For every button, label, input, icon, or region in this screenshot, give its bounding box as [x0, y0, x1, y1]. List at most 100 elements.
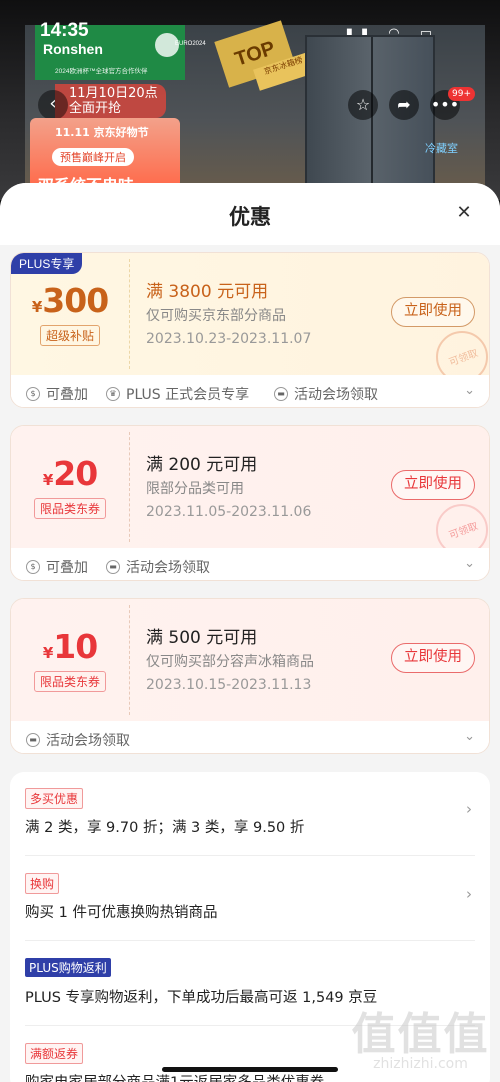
site-watermark: 值值值 zhizhizhi.com: [348, 998, 493, 1072]
use-now-button[interactable]: 立即使用: [391, 297, 475, 327]
promo-card: 11.11 京东好物节 预售巅峰开启 双系统不串味: [30, 118, 180, 195]
close-button[interactable]: ✕: [452, 201, 476, 225]
coupon-meta[interactable]: $ 可叠加 ▬ 活动会场领取 ⌄: [11, 548, 489, 580]
ticket-icon: ▬: [26, 733, 40, 747]
offer-tag: 满额返券: [25, 1043, 84, 1064]
meta-plus-member: ♛ PLUS 正式会员专享: [106, 384, 249, 404]
brand-name: Ronshen: [43, 41, 103, 57]
meta-stackable: $ 可叠加: [26, 557, 88, 577]
coupon-amount: ¥300: [11, 281, 129, 320]
subtag-label: 限品类东券: [33, 498, 106, 519]
promo-line2: 预售巅峰开启: [52, 148, 134, 166]
brand-subtitle: 2024欧洲杯™全球官方合作伙伴: [55, 68, 148, 75]
share-icon: ➦: [397, 95, 411, 114]
coupon-card: ¥10 限品类东券 满 500 元可用 仅可购买部分容声冰箱商品 2023.10…: [10, 598, 490, 754]
favorite-button[interactable]: ☆: [348, 90, 378, 120]
euro-label: EURO2024: [175, 41, 206, 47]
coupon-subtag: 超级补贴: [11, 325, 129, 346]
dashed-divider: [129, 605, 130, 715]
currency-symbol: ¥: [31, 298, 43, 316]
meta-venue: ▬ 活动会场领取: [26, 730, 130, 750]
coupon-condition: 满 200 元可用: [146, 455, 258, 475]
coupon-sheet: 优惠 ✕ PLUS专享 ¥300 超级补贴 满 3800 元可用 仅可购买京东部…: [0, 183, 500, 1082]
divider: [25, 940, 475, 941]
currency-symbol: ¥: [42, 471, 54, 489]
more-badge: 99+: [448, 87, 475, 101]
coupon-subtag: 限品类东券: [11, 671, 129, 692]
amount-value: 300: [42, 281, 109, 320]
meta-label: 可叠加: [46, 560, 88, 576]
coupon-amount: ¥10: [11, 627, 129, 666]
status-time: 14:35: [40, 20, 89, 41]
sheet-header: 优惠 ✕: [0, 183, 500, 245]
close-icon: ✕: [456, 202, 472, 223]
meta-label: PLUS 正式会员专享: [126, 387, 250, 403]
meta-label: 可叠加: [46, 387, 88, 403]
coupon-meta[interactable]: $ 可叠加 ♛ PLUS 正式会员专享 ▬ 活动会场领取 ⌄: [11, 375, 489, 407]
home-indicator[interactable]: [162, 1067, 338, 1072]
chevron-left-icon: ‹: [49, 93, 57, 114]
coupon-description: 仅可购买京东部分商品: [146, 308, 286, 324]
offer-text: 购买 1 件可优惠换购热销商品: [25, 905, 218, 921]
meta-label: 活动会场领取: [294, 387, 378, 403]
use-now-button[interactable]: 立即使用: [391, 470, 475, 500]
star-icon: ☆: [355, 95, 371, 114]
offer-tag: PLUS购物返利: [25, 958, 111, 977]
coupon-meta[interactable]: ▬ 活动会场领取 ⌄: [11, 721, 489, 753]
chevron-right-icon: ›: [466, 800, 472, 818]
coupon-description: 仅可购买部分容声冰箱商品: [146, 654, 314, 670]
stack-icon: $: [26, 387, 40, 401]
product-page-background: Ronshen EURO2024 2024欧洲杯™全球官方合作伙伴 14:35 …: [0, 0, 500, 200]
back-button[interactable]: ‹: [38, 90, 68, 120]
coupon-face: ¥10 限品类东券 满 500 元可用 仅可购买部分容声冰箱商品 2023.10…: [11, 599, 489, 721]
meta-label: 活动会场领取: [126, 560, 210, 576]
date-banner: 11月10日20点 全面开抢: [55, 84, 166, 118]
chevron-down-icon[interactable]: ⌄: [464, 729, 475, 744]
promo-line1: 11.11 京东好物节: [55, 126, 149, 139]
coupon-face: ¥20 限品类东券 满 200 元可用 限部分品类可用 2023.11.05-2…: [11, 426, 489, 556]
chevron-down-icon[interactable]: ⌄: [464, 383, 475, 398]
date-banner-line1: 11月10日20点: [69, 86, 158, 101]
divider: [25, 855, 475, 856]
plus-tag: PLUS专享: [11, 253, 83, 274]
dashed-divider: [129, 259, 130, 369]
coupon-dates: 2023.10.23-2023.11.07: [146, 331, 312, 347]
date-banner-line2: 全面开抢: [69, 101, 122, 116]
meta-stackable: $ 可叠加: [26, 384, 88, 404]
subtag-label: 超级补贴: [39, 325, 100, 346]
coupon-card: PLUS专享 ¥300 超级补贴 满 3800 元可用 仅可购买京东部分商品 2…: [10, 252, 490, 408]
chevron-down-icon[interactable]: ⌄: [464, 556, 475, 571]
coupon-subtag: 限品类东券: [11, 498, 129, 519]
ticket-icon: ▬: [274, 387, 288, 401]
watermark-glyphs: 值值值: [351, 1009, 490, 1060]
coupon-description: 限部分品类可用: [146, 481, 244, 497]
currency-symbol: ¥: [42, 644, 54, 662]
dashed-divider: [129, 432, 130, 542]
coupon-face: PLUS专享 ¥300 超级补贴 满 3800 元可用 仅可购买京东部分商品 2…: [11, 253, 489, 383]
offer-text: PLUS 专享购物返利，下单成功后最高可返 1,549 京豆: [25, 990, 378, 1006]
coupon-card: ¥20 限品类东券 满 200 元可用 限部分品类可用 2023.11.05-2…: [10, 425, 490, 581]
coupon-condition: 满 3800 元可用: [146, 282, 269, 302]
sheet-title: 优惠: [229, 205, 271, 229]
meta-venue: ▬ 活动会场领取: [106, 557, 210, 577]
meta-label: 活动会场领取: [46, 733, 130, 749]
subtag-label: 限品类东券: [33, 671, 106, 692]
ticket-icon: ▬: [106, 560, 120, 574]
meta-venue: ▬ 活动会场领取: [274, 384, 378, 404]
amount-value: 20: [53, 454, 98, 493]
use-now-button[interactable]: 立即使用: [391, 643, 475, 673]
amount-value: 10: [53, 627, 98, 666]
coupon-dates: 2023.11.05-2023.11.06: [146, 504, 312, 520]
share-button[interactable]: ➦: [389, 90, 419, 120]
coupon-condition: 满 500 元可用: [146, 628, 258, 648]
side-text: 冷藏室: [425, 142, 458, 155]
offer-item[interactable]: 换购 购买 1 件可优惠换购热销商品 ›: [10, 857, 490, 941]
offer-text: 购家电家居部分商品满1元返居家多品类优惠券: [25, 1071, 324, 1082]
coupon-amount: ¥20: [11, 454, 129, 493]
offer-text: 满 2 类，享 9.70 折；满 3 类，享 9.50 折: [25, 820, 305, 836]
offer-item[interactable]: 多买优惠 满 2 类，享 9.70 折；满 3 类，享 9.50 折 ›: [10, 772, 490, 856]
chevron-right-icon: ›: [466, 885, 472, 903]
crown-icon: ♛: [106, 387, 120, 401]
coupon-dates: 2023.10.15-2023.11.13: [146, 677, 312, 693]
stack-icon: $: [26, 560, 40, 574]
